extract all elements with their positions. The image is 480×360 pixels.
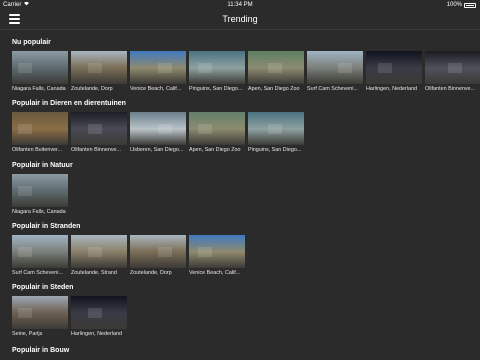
- webcam-caption: Apen, San Diego Zoo: [248, 86, 300, 92]
- webcam-tile[interactable]: Olifanten Binnenve...: [425, 51, 480, 92]
- webcam-caption: Surf Cam Scheveni...: [307, 86, 358, 92]
- webcam-thumbnail: [71, 296, 127, 329]
- webcam-thumbnail: [71, 51, 127, 84]
- webcam-thumbnail: [71, 235, 127, 268]
- webcam-thumbnail: [189, 51, 245, 84]
- webcam-tile[interactable]: Surf Cam Scheveni...: [12, 235, 68, 276]
- webcam-caption: Harlingen, Nederland: [366, 86, 417, 92]
- webcam-caption: Olifanten Buitenver...: [12, 147, 63, 153]
- webcam-thumbnail: [12, 296, 68, 329]
- page-title: Trending: [222, 14, 258, 24]
- webcam-thumbnail: [366, 51, 422, 84]
- webcam-caption: Pinguins, San Diego...: [248, 147, 302, 153]
- webcam-caption: Apen, San Diego Zoo: [189, 147, 241, 153]
- webcam-caption: Harlingen, Nederland: [71, 331, 122, 337]
- webcam-thumbnail: [189, 112, 245, 145]
- webcam-tile[interactable]: Pinguins, San Diego...: [248, 112, 304, 153]
- thumbnail-row: Surf Cam Scheveni... Zoutelande, Strand Zo…: [12, 235, 245, 276]
- thumbnail-row: Olifanten Buitenver... Olifanten Binnenve…: [12, 112, 304, 153]
- webcam-caption: Pinguins, San Diego...: [189, 86, 243, 92]
- webcam-tile[interactable]: Apen, San Diego Zoo: [189, 112, 245, 153]
- webcam-tile[interactable]: Olifanten Buitenver...: [12, 112, 68, 153]
- section-title: Nu populair: [12, 39, 51, 46]
- battery-icon: [464, 2, 476, 8]
- webcam-caption: Venice Beach, Calif...: [130, 86, 182, 92]
- webcam-tile[interactable]: Niagara Falls, Canada: [12, 51, 68, 92]
- webcam-caption: Venice Beach, Calif...: [189, 270, 241, 276]
- webcam-thumbnail: [425, 51, 480, 84]
- webcam-tile[interactable]: IJsberen, San Diego...: [130, 112, 186, 153]
- thumbnail-row: Seine, Parijs Harlingen, Nederland: [12, 296, 127, 337]
- webcam-tile[interactable]: Harlingen, Nederland: [366, 51, 422, 92]
- section: Populair in Steden Seine, Parijs Harlingen…: [12, 283, 127, 337]
- webcam-tile[interactable]: Surf Cam Scheveni...: [307, 51, 363, 92]
- section: Populair in Dieren en dierentuinen Olifan…: [12, 99, 304, 153]
- section-title: Populair in Dieren en dierentuinen: [12, 100, 126, 107]
- webcam-thumbnail: [130, 51, 186, 84]
- webcam-tile[interactable]: Zoutelande, Dorp: [130, 235, 186, 276]
- battery-percent: 100%: [446, 2, 462, 8]
- webcam-thumbnail: [12, 235, 68, 268]
- webcam-caption: Zoutelande, Dorp: [130, 270, 172, 276]
- webcam-tile[interactable]: Harlingen, Nederland: [71, 296, 127, 337]
- section-title: Populair in Stranden: [12, 223, 81, 230]
- webcam-caption: Olifanten Binnenve...: [71, 147, 122, 153]
- webcam-tile[interactable]: Olifanten Binnenve...: [71, 112, 127, 153]
- webcam-caption: Niagara Falls, Canada: [12, 86, 66, 92]
- webcam-caption: Olifanten Binnenve...: [425, 86, 476, 92]
- section-title: Populair in Bouw: [12, 347, 70, 354]
- webcam-thumbnail: [12, 174, 68, 207]
- status-battery-group: 100%: [447, 0, 476, 10]
- webcam-caption: Niagara Falls, Canada: [12, 209, 66, 215]
- webcam-tile[interactable]: Zoutelande, Dorp: [71, 51, 127, 92]
- webcam-tile[interactable]: Apen, San Diego Zoo: [248, 51, 304, 92]
- webcam-caption: Zoutelande, Strand: [71, 270, 117, 276]
- webcam-tile[interactable]: Venice Beach, Calif...: [189, 235, 245, 276]
- webcam-caption: Seine, Parijs: [12, 331, 43, 337]
- webcam-caption: Surf Cam Scheveni...: [12, 270, 63, 276]
- webcam-tile[interactable]: Seine, Parijs: [12, 296, 68, 337]
- webcam-tile[interactable]: Zoutelande, Strand: [71, 235, 127, 276]
- thumbnail-row: Niagara Falls, Canada Zoutelande, Dorp Ven…: [12, 51, 480, 92]
- section-title: Populair in Natuur: [12, 162, 73, 169]
- nav-bar: Trending: [0, 10, 480, 30]
- webcam-thumbnail: [12, 51, 68, 84]
- thumbnail-row: Niagara Falls, Canada: [12, 174, 73, 215]
- webcam-tile[interactable]: Niagara Falls, Canada: [12, 174, 68, 215]
- section: Populair in Bouw: [12, 346, 69, 356]
- section-title: Populair in Steden: [12, 284, 74, 291]
- webcam-thumbnail: [248, 51, 304, 84]
- webcam-thumbnail: [12, 112, 68, 145]
- section: Populair in Natuur Niagara Falls, Canada: [12, 161, 73, 215]
- webcam-tile[interactable]: Pinguins, San Diego...: [189, 51, 245, 92]
- webcam-thumbnail: [307, 51, 363, 84]
- status-time: 11:34 PM: [227, 2, 253, 8]
- webcam-thumbnail: [248, 112, 304, 145]
- webcam-thumbnail: [71, 112, 127, 145]
- webcam-caption: IJsberen, San Diego...: [130, 147, 184, 153]
- webcam-thumbnail: [130, 112, 186, 145]
- section: Nu populair Niagara Falls, Canada Zoutelan…: [12, 38, 480, 92]
- webcam-thumbnail: [189, 235, 245, 268]
- webcam-tile[interactable]: Venice Beach, Calif...: [130, 51, 186, 92]
- webcam-caption: Zoutelande, Dorp: [71, 86, 113, 92]
- status-bar: Carrier 11:34 PM 100%: [0, 0, 480, 10]
- webcam-thumbnail: [130, 235, 186, 268]
- section: Populair in Stranden Surf Cam Scheveni...…: [12, 222, 245, 276]
